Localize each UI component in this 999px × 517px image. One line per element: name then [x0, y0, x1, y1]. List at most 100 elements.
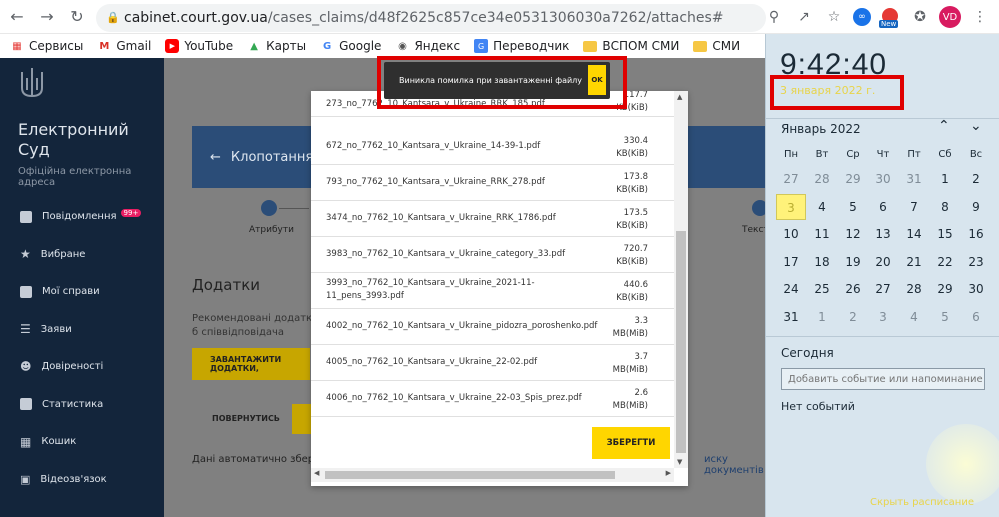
calendar-day[interactable]: 10 [776, 221, 806, 247]
calendar-day[interactable]: 23 [961, 249, 991, 275]
calendar-day[interactable]: 11 [807, 221, 837, 247]
horizontal-scrollbar[interactable]: ◀ ▶ [311, 468, 674, 482]
calendar-day[interactable]: 17 [776, 249, 806, 275]
calendar-day[interactable]: 21 [899, 249, 929, 275]
save-button[interactable]: ЗБЕРЕГТИ [592, 427, 670, 459]
month-title[interactable]: Январь 2022 [781, 122, 861, 136]
brand-title: Електронний Суд [18, 120, 129, 159]
scroll-down-icon[interactable]: ▼ [677, 458, 682, 466]
sidebar-item-statistics[interactable]: Статистика [0, 386, 164, 424]
bookmark-yandex[interactable]: ◉ Яндекс [395, 39, 460, 53]
calendar-day[interactable]: 6 [961, 304, 991, 330]
upload-attachments-button[interactable]: ЗАВАНТАЖИТИ ДОДАТКИ, [192, 348, 310, 380]
bookmark-translate[interactable]: G Переводчик [474, 39, 569, 53]
add-event-input[interactable] [781, 368, 985, 390]
calendar-day[interactable]: 2 [838, 304, 868, 330]
bookmark-maps[interactable]: ▲ Карты [247, 39, 306, 53]
hide-schedule-link[interactable]: Скрыть расписание [870, 497, 974, 508]
sidebar-item-applications[interactable]: ☰ Заяви [0, 311, 164, 349]
calendar-day[interactable]: 4 [899, 304, 929, 330]
calendar-day[interactable]: 25 [807, 276, 837, 302]
calendar-day[interactable]: 29 [930, 276, 960, 302]
bookmark-star-icon[interactable]: ☆ [823, 6, 845, 28]
scroll-thumb[interactable] [676, 231, 686, 453]
calendar-day-today[interactable]: 3 [776, 193, 806, 220]
calendar-day[interactable]: 26 [838, 276, 868, 302]
calendar-day[interactable]: 24 [776, 276, 806, 302]
calendar-day[interactable]: 5 [930, 304, 960, 330]
calendar-day[interactable]: 30 [868, 166, 898, 192]
reload-icon[interactable]: ↻ [64, 4, 90, 30]
calendar-day[interactable]: 19 [838, 249, 868, 275]
calendar-day[interactable]: 9 [961, 194, 991, 220]
calendar-day[interactable]: 12 [838, 221, 868, 247]
calendar-day[interactable]: 30 [961, 276, 991, 302]
calendar-day[interactable]: 28 [899, 276, 929, 302]
next-button[interactable] [292, 404, 312, 434]
bookmark-folder-smi[interactable]: СМИ [693, 39, 740, 53]
calendar-day[interactable]: 2 [961, 166, 991, 192]
calendar-day[interactable]: 1 [930, 166, 960, 192]
bookmark-youtube[interactable]: ▶ YouTube [165, 39, 233, 53]
file-row: 4002_no_7762_10_Kantsara_v_Ukraine_pidoz… [311, 309, 674, 345]
back-arrow-icon[interactable]: ← [210, 150, 221, 165]
scroll-right-icon[interactable]: ▶ [666, 469, 671, 477]
sidebar-item-my-cases[interactable]: Мої справи [0, 273, 164, 311]
calendar-day[interactable]: 1 [807, 304, 837, 330]
sidebar-item-messages[interactable]: Повідомлення 99+ [0, 198, 164, 236]
file-list: 273_no_7762_10_Kantsara_v_Ukraine_RRK_18… [311, 91, 674, 468]
scroll-thumb[interactable] [325, 471, 615, 479]
browser-toolbar: ← → ↻ 🔒 cabinet.court.gov.ua/cases_claim… [0, 0, 999, 34]
scroll-left-icon[interactable]: ◀ [314, 469, 319, 477]
calendar-day[interactable]: 31 [899, 166, 929, 192]
extension-infinity-icon[interactable]: ∞ [853, 8, 871, 26]
calendar-day[interactable]: 22 [930, 249, 960, 275]
calendar-day[interactable]: 16 [961, 221, 991, 247]
bookmark-gmail[interactable]: M Gmail [97, 39, 151, 53]
calendar-day[interactable]: 27 [776, 166, 806, 192]
calendar-day[interactable]: 14 [899, 221, 929, 247]
weekday-label: Чт [876, 149, 890, 160]
file-name: 672_no_7762_10_Kantsara_v_Ukraine_14-39-… [326, 141, 541, 151]
sidebar-item-trash[interactable]: ▦ Кошик [0, 423, 164, 461]
puzzle-icon[interactable]: ✪ [909, 6, 931, 28]
calendar-day[interactable]: 13 [868, 221, 898, 247]
bookmark-folder-vspom[interactable]: ВСПОМ СМИ [583, 39, 679, 53]
back-arrow-icon[interactable]: ← [4, 4, 30, 30]
calendar-day[interactable]: 5 [838, 194, 868, 220]
sidebar-item-favorites[interactable]: ★ Вибране [0, 236, 164, 274]
scroll-up-icon[interactable]: ▲ [677, 93, 682, 101]
chevron-up-icon[interactable]: ⌃ [938, 118, 950, 134]
zoom-icon[interactable]: ⚲ [763, 6, 785, 28]
calendar-day[interactable]: 8 [930, 194, 960, 220]
calendar-day[interactable]: 20 [868, 249, 898, 275]
calendar-day[interactable]: 28 [807, 166, 837, 192]
profile-avatar[interactable]: VD [939, 6, 961, 28]
file-size: 173.5 KB(KiB) [616, 208, 648, 231]
vertical-scrollbar[interactable]: ▲ ▼ [674, 91, 688, 468]
back-button[interactable]: ПОВЕРНУТИСЬ [212, 414, 280, 423]
kebab-menu-icon[interactable]: ⋮ [969, 6, 991, 28]
share-icon[interactable]: ↗ [793, 6, 815, 28]
calendar-day[interactable]: 29 [838, 166, 868, 192]
calendar-day[interactable]: 31 [776, 304, 806, 330]
calendar-day[interactable]: 18 [807, 249, 837, 275]
calendar-day[interactable]: 7 [899, 194, 929, 220]
calendar-day[interactable]: 6 [868, 194, 898, 220]
documents-link[interactable]: иску документів [704, 454, 765, 476]
file-row: 672_no_7762_10_Kantsara_v_Ukraine_14-39-… [311, 129, 674, 165]
url-domain: cabinet.court.gov.ua [124, 10, 268, 26]
sidebar-item-video[interactable]: ▣ Відеозв'язок [0, 461, 164, 499]
forward-arrow-icon[interactable]: → [34, 4, 60, 30]
calendar-day[interactable]: 3 [868, 304, 898, 330]
chevron-down-icon[interactable]: ⌄ [970, 118, 982, 134]
calendar-day[interactable]: 27 [868, 276, 898, 302]
file-size: 173.8 KB(KiB) [616, 172, 648, 195]
calendar-day[interactable]: 15 [930, 221, 960, 247]
address-bar[interactable]: 🔒 cabinet.court.gov.ua/cases_claims/d48f… [96, 4, 766, 32]
sidebar-item-powers-of-attorney[interactable]: ☻ Довіреності [0, 348, 164, 386]
calendar-day[interactable]: 4 [807, 194, 837, 220]
bookmark-services[interactable]: ▦ Сервисы [10, 39, 83, 53]
extension-new-icon[interactable]: New [879, 6, 901, 28]
bookmark-google[interactable]: G Google [320, 39, 381, 53]
